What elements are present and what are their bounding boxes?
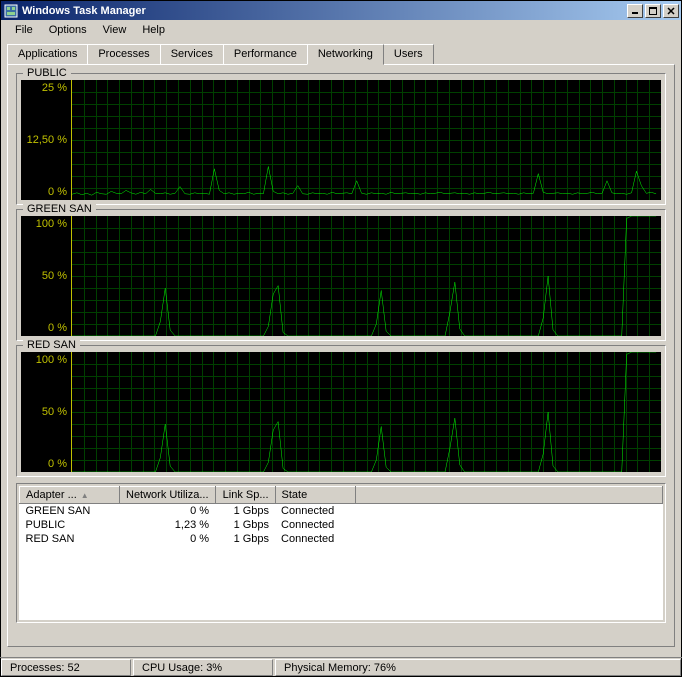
menu-view[interactable]: View [95,22,135,38]
cell-adapter: RED SAN [20,532,120,546]
status-cpu: CPU Usage: 3% [133,659,273,676]
y-tick: 100 % [21,218,67,230]
y-tick: 0 % [21,322,67,334]
col-spacer[interactable] [355,487,662,504]
menu-options[interactable]: Options [41,22,95,38]
table-row[interactable]: RED SAN0 %1 GbpsConnected [20,532,663,546]
tab-content: PUBLIC25 %12,50 %0 %GREEN SAN100 %50 %0 … [7,64,675,647]
menu-file[interactable]: File [7,22,41,38]
menubar: File Options View Help [1,20,681,40]
graph-green-san: GREEN SAN100 %50 %0 % [16,209,666,341]
tab-applications[interactable]: Applications [7,44,88,64]
y-tick: 50 % [21,406,67,418]
cell-util: 1,23 % [120,518,216,532]
maximize-button[interactable] [645,4,661,18]
tab-area: Applications Processes Services Performa… [7,44,675,647]
graph-label: RED SAN [23,339,80,351]
graph-public: PUBLIC25 %12,50 %0 % [16,73,666,205]
tab-users[interactable]: Users [383,44,434,64]
tab-networking[interactable]: Networking [307,44,384,65]
tab-performance[interactable]: Performance [223,44,308,64]
tab-processes[interactable]: Processes [87,44,160,64]
y-tick: 50 % [21,270,67,282]
table-row[interactable]: PUBLIC1,23 %1 GbpsConnected [20,518,663,532]
graph-label: PUBLIC [23,67,71,79]
tab-strip: Applications Processes Services Performa… [7,44,675,64]
status-processes: Processes: 52 [1,659,131,676]
cell-speed: 1 Gbps [215,518,275,532]
window-title: Windows Task Manager [22,5,625,17]
cell-adapter: PUBLIC [20,518,120,532]
cell-state: Connected [275,518,355,532]
col-speed[interactable]: Link Sp... [215,487,275,504]
cell-speed: 1 Gbps [215,504,275,519]
col-adapter[interactable]: Adapter ...▲ [20,487,120,504]
titlebar[interactable]: Windows Task Manager [1,1,681,20]
cell-adapter: GREEN SAN [20,504,120,519]
cell-state: Connected [275,504,355,519]
cell-util: 0 % [120,504,216,519]
col-state[interactable]: State [275,487,355,504]
menu-help[interactable]: Help [134,22,173,38]
graph-label: GREEN SAN [23,203,96,215]
adapter-table: Adapter ...▲ Network Utiliza... Link Sp.… [19,486,663,546]
tab-services[interactable]: Services [160,44,224,64]
adapter-table-box: Adapter ...▲ Network Utiliza... Link Sp.… [16,483,666,623]
y-tick: 0 % [21,186,67,198]
statusbar: Processes: 52 CPU Usage: 3% Physical Mem… [0,657,682,677]
y-tick: 0 % [21,458,67,470]
minimize-button[interactable] [627,4,643,18]
graph-red-san: RED SAN100 %50 %0 % [16,345,666,477]
cell-util: 0 % [120,532,216,546]
y-tick: 100 % [21,354,67,366]
app-icon [3,3,19,19]
sort-asc-icon: ▲ [81,491,89,500]
cell-state: Connected [275,532,355,546]
cell-speed: 1 Gbps [215,532,275,546]
y-tick: 12,50 % [21,134,67,146]
table-row[interactable]: GREEN SAN0 %1 GbpsConnected [20,504,663,519]
y-tick: 25 % [21,82,67,94]
col-util[interactable]: Network Utiliza... [120,487,216,504]
status-mem: Physical Memory: 76% [275,659,681,676]
close-button[interactable] [663,4,679,18]
